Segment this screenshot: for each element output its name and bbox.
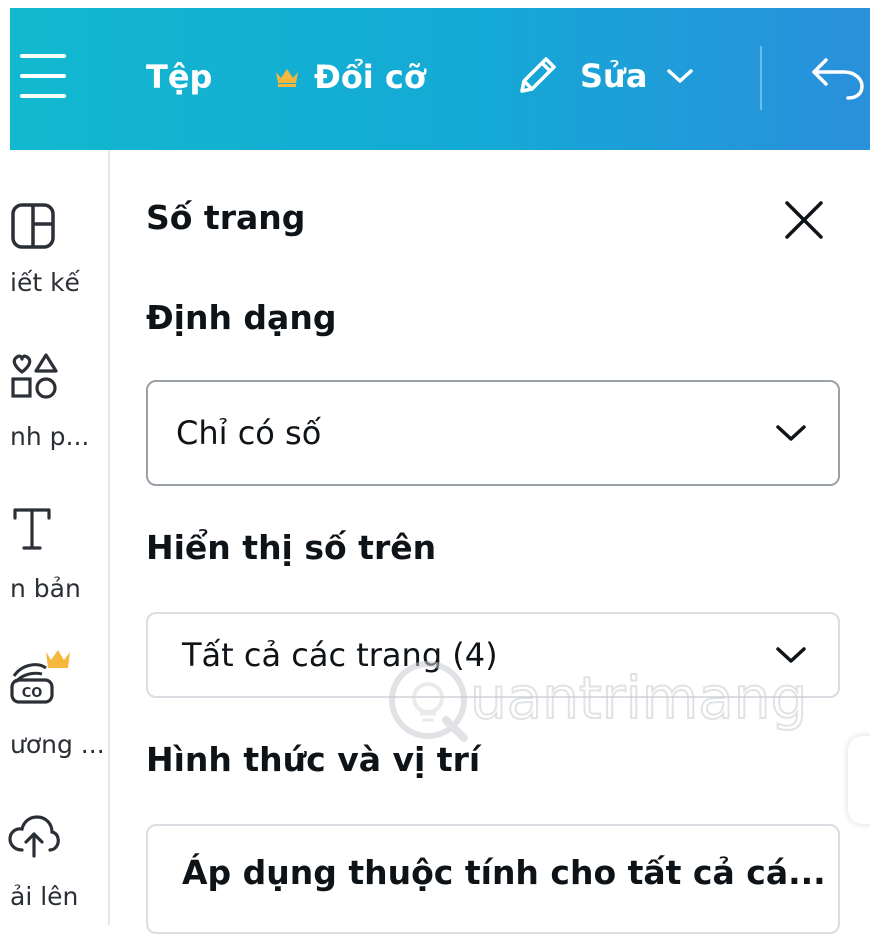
resize-label: Đổi cỡ [314, 58, 426, 96]
apply-to-all-value: Áp dụng thuộc tính cho tất cả cá... [182, 852, 826, 892]
layout-icon [11, 203, 55, 249]
crown-icon [276, 69, 298, 87]
page-numbers-panel: Số trang Định dạng Chỉ có số Hiển thị số… [112, 150, 870, 934]
text-icon [13, 508, 51, 550]
brand-kit-icon: CO [10, 650, 70, 704]
display-on-select[interactable]: Tất cả các trang (4) [146, 612, 840, 698]
chevron-down-icon [776, 425, 806, 441]
top-toolbar: Tệp Đổi cỡ Sửa [10, 8, 870, 150]
close-button[interactable] [782, 198, 826, 242]
edit-label: Sửa [580, 57, 648, 95]
side-nav: iết kế nh p... n bản CO ương ... ải lên [0, 150, 110, 925]
sidebar-item-text[interactable]: n bản [0, 502, 108, 612]
edit-menu-button[interactable]: Sửa [512, 48, 695, 104]
svg-text:CO: CO [22, 686, 43, 701]
format-select-value: Chỉ có số [176, 414, 322, 452]
undo-icon [812, 58, 864, 100]
toolbar-divider [760, 46, 762, 110]
sidebar-item-label: n bản [10, 574, 81, 603]
close-icon [785, 201, 823, 239]
format-select[interactable]: Chỉ có số [146, 380, 840, 486]
sidebar-item-brand[interactable]: CO ương ... [0, 646, 108, 766]
pencil-icon [520, 57, 556, 93]
style-position-label: Hình thức và vị trí [146, 740, 481, 779]
format-label: Định dạng [146, 298, 337, 337]
display-on-select-value: Tất cả các trang (4) [182, 636, 498, 674]
sidebar-item-label: nh p... [10, 422, 90, 451]
sidebar-item-elements[interactable]: nh p... [0, 346, 108, 456]
undo-button[interactable] [810, 52, 866, 102]
resize-button[interactable]: Đổi cỡ [274, 56, 426, 98]
file-menu-button[interactable]: Tệp [146, 56, 212, 98]
sidebar-item-label: ải lên [10, 882, 79, 911]
collapse-panel-handle[interactable] [848, 736, 870, 824]
panel-title: Số trang [146, 198, 306, 237]
chevron-down-icon [667, 69, 694, 83]
sidebar-item-design[interactable]: iết kế [0, 194, 108, 304]
sidebar-item-label: ương ... [10, 730, 105, 759]
chevron-down-icon [776, 647, 806, 663]
upload-icon [8, 815, 60, 858]
file-menu-label: Tệp [146, 58, 213, 96]
display-on-label: Hiển thị số trên [146, 528, 437, 567]
sidebar-item-label: iết kế [10, 268, 80, 297]
apply-to-all-option[interactable]: Áp dụng thuộc tính cho tất cả cá... [146, 824, 840, 934]
sidebar-item-uploads[interactable]: ải lên [0, 810, 108, 920]
menu-icon[interactable] [20, 54, 66, 98]
shapes-icon [11, 353, 58, 399]
